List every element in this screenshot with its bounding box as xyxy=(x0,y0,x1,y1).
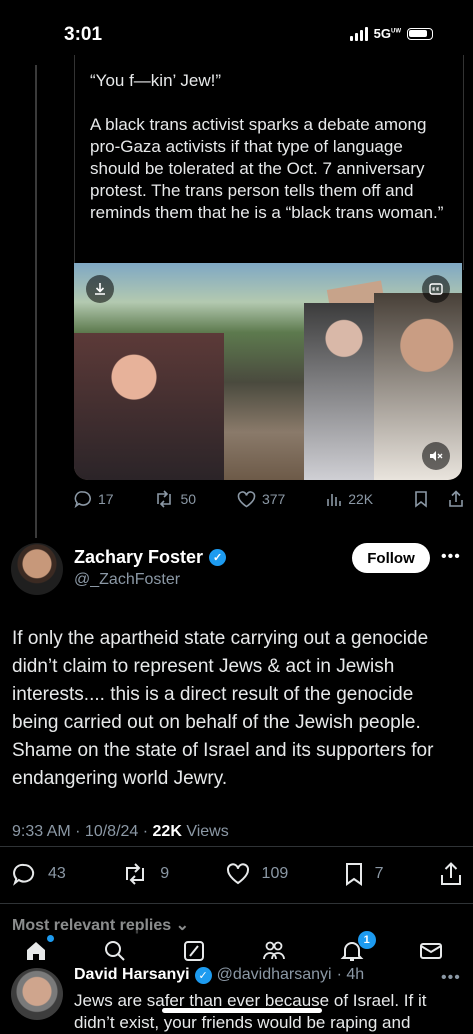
more-options-icon[interactable]: ••• xyxy=(441,548,461,566)
bookmark-button[interactable]: 7 xyxy=(345,862,384,886)
repost-icon xyxy=(157,490,172,508)
notifications-badge: 1 xyxy=(357,931,376,949)
author-name-row[interactable]: Zachary Foster ✓ xyxy=(74,547,227,568)
home-icon xyxy=(27,942,46,960)
heart-icon xyxy=(226,863,249,885)
grok-tab[interactable] xyxy=(182,939,212,963)
messages-tab[interactable] xyxy=(419,939,449,963)
share-button[interactable] xyxy=(440,862,462,886)
follow-button[interactable]: Follow xyxy=(352,543,430,573)
download-icon[interactable] xyxy=(86,275,114,303)
author-name: Zachary Foster xyxy=(74,547,204,567)
quoted-post-text: “You f—kin’ Jew!” A black trans activist… xyxy=(90,71,444,222)
author-avatar[interactable] xyxy=(11,543,63,595)
battery-icon xyxy=(407,27,433,40)
video-frame-person xyxy=(304,303,384,480)
share-icon[interactable] xyxy=(448,490,464,508)
unread-dot xyxy=(47,935,55,942)
reply-author-name: David Harsanyi xyxy=(74,966,190,983)
divider xyxy=(0,903,473,904)
captions-icon[interactable] xyxy=(422,275,450,303)
home-tab[interactable] xyxy=(24,935,55,963)
like-button[interactable]: 377 xyxy=(237,490,285,508)
post-body: If only the apartheid state carrying out… xyxy=(12,628,434,789)
views-button[interactable]: 22K xyxy=(326,491,373,507)
reply-author-handle: @davidharsanyi xyxy=(216,966,332,983)
communities-icon xyxy=(262,941,285,960)
reply-icon xyxy=(13,863,35,886)
thread-connector xyxy=(35,65,37,538)
verified-icon: ✓ xyxy=(209,549,227,566)
status-time: 3:01 xyxy=(64,24,103,45)
reply-header[interactable]: David Harsanyi ✓ @davidharsanyi · 4h xyxy=(74,966,364,984)
heart-icon xyxy=(237,490,256,507)
views-icon xyxy=(327,494,341,506)
bookmark-icon[interactable] xyxy=(414,490,428,508)
divider xyxy=(0,846,473,847)
bookmark-icon xyxy=(345,863,362,886)
mail-icon xyxy=(419,943,442,959)
reply-icon xyxy=(74,491,91,508)
home-indicator[interactable] xyxy=(162,1008,322,1013)
search-icon xyxy=(105,941,125,961)
repost-button[interactable]: 9 xyxy=(122,862,169,886)
video-frame-person xyxy=(74,333,224,480)
grok-icon xyxy=(184,941,205,961)
view-count: 22K xyxy=(152,823,182,840)
status-indicators: 5GUW xyxy=(349,26,433,41)
bookmark-share-group xyxy=(414,490,464,508)
post-actions: 43 9 109 7 xyxy=(12,862,462,886)
reply-button[interactable]: 43 xyxy=(12,862,66,886)
post-timestamp: 9:33 AM · 10/8/24 · 22K Views xyxy=(12,823,229,840)
author-handle[interactable]: @_ZachFoster xyxy=(74,571,180,589)
reply-author-avatar[interactable] xyxy=(11,968,63,1020)
repost-button[interactable]: 50 xyxy=(154,490,196,508)
mute-icon[interactable] xyxy=(422,442,450,470)
verified-icon: ✓ xyxy=(194,966,212,984)
quoted-post-actions: 17 50 377 22K xyxy=(74,490,464,508)
notifications-tab[interactable]: 1 xyxy=(340,931,376,963)
repost-icon xyxy=(126,863,145,885)
reply-age: · 4h xyxy=(336,966,365,983)
communities-tab[interactable] xyxy=(261,939,291,963)
network-label: 5GUW xyxy=(373,26,401,41)
reply-more-options-icon[interactable]: ••• xyxy=(441,969,461,987)
reply-button[interactable]: 17 xyxy=(74,490,114,508)
search-tab[interactable] xyxy=(103,939,133,963)
signal-icon xyxy=(349,26,368,41)
share-icon xyxy=(441,862,461,885)
like-button[interactable]: 109 xyxy=(226,862,288,886)
quoted-post-video[interactable] xyxy=(74,263,462,480)
